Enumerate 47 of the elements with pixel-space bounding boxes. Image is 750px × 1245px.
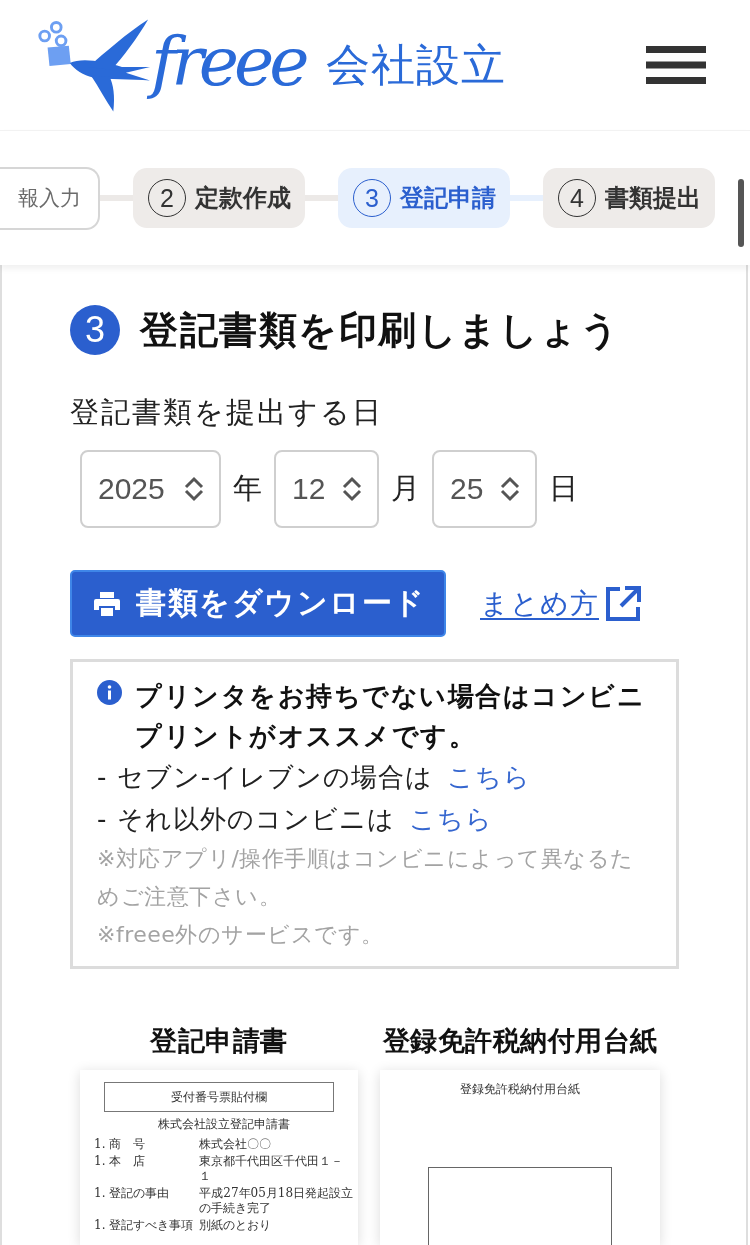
notice-note: ※freee外のサービスです。 [97, 921, 385, 949]
document-row-value: 平成27年05月18日発起設立の手続き完了 [199, 1186, 354, 1216]
step-tab[interactable]: 4 書類提出 [543, 168, 715, 228]
date-unit-label: 日 [549, 470, 578, 507]
notice-heading: プリンタをお持ちでない場合はコンビニプリントがオススメです。 [135, 680, 646, 753]
step-connector [305, 195, 338, 201]
notice-line: - それ以外のコンビニは こちら [97, 803, 494, 836]
document-row-label: 1. 本 店 [94, 1154, 147, 1170]
document-row-value: 株式会社〇〇 [199, 1137, 273, 1152]
step-tab[interactable]: 3 登記申請 [338, 168, 510, 228]
step-connector [100, 195, 133, 201]
document-title: 登録免許税納付用台紙 [381, 1024, 659, 1058]
chevron-up-down-icon [499, 476, 521, 502]
info-icon [97, 680, 122, 705]
date-label: 登記書類を提出する日 [70, 395, 383, 430]
printer-icon [94, 591, 120, 616]
document-title: 登記申請書 [148, 1024, 289, 1058]
menu-button[interactable] [646, 46, 706, 84]
guide-link[interactable]: まとめ方 [480, 584, 641, 623]
document-heading: 株式会社設立登記申請書 [157, 1117, 291, 1132]
step-connector [510, 195, 543, 201]
step-tab[interactable]: 2 定款作成 [133, 168, 305, 228]
here-link[interactable]: こちら [447, 762, 532, 792]
logo-service-name: 会社設立 [326, 43, 507, 87]
date-unit-label: 月 [391, 470, 420, 507]
paste-area-frame: 受付番号票貼付欄 [104, 1082, 334, 1112]
here-link[interactable]: こちら [408, 804, 493, 834]
section-title: 登記書類を印刷しましょう [140, 307, 620, 354]
document-row-value: 別紙のとおり [199, 1218, 273, 1233]
external-link-icon [605, 585, 641, 622]
download-button[interactable]: 書類をダウンロード [70, 570, 446, 637]
month-select[interactable]: 12 [274, 450, 379, 528]
document-row-value: 東京都千代田区千代田１－１ [199, 1154, 345, 1184]
notice-note: ※対応アプリ/操作手順はコンビニによって異なるためご注意下さい。 [97, 845, 635, 911]
section-number: 3 [70, 305, 120, 355]
document-heading: 登録免許税納付用台紙 [459, 1082, 581, 1097]
notice-line: - セブン-イレブンの場合は こちら [97, 761, 533, 794]
day-select[interactable]: 25 [432, 450, 537, 528]
year-select[interactable]: 2025 [80, 450, 221, 528]
document-row-label: 1. 商 号 [94, 1137, 147, 1152]
document-row-label: 1. 登記すべき事項 [94, 1218, 194, 1233]
menu-icon [646, 46, 706, 84]
date-unit-label: 年 [233, 470, 262, 507]
chevron-up-down-icon [341, 476, 363, 502]
chevron-up-down-icon [183, 476, 205, 502]
document-row-label: 1. 登記の事由 [94, 1186, 171, 1202]
scrollbar-thumb [738, 179, 744, 247]
